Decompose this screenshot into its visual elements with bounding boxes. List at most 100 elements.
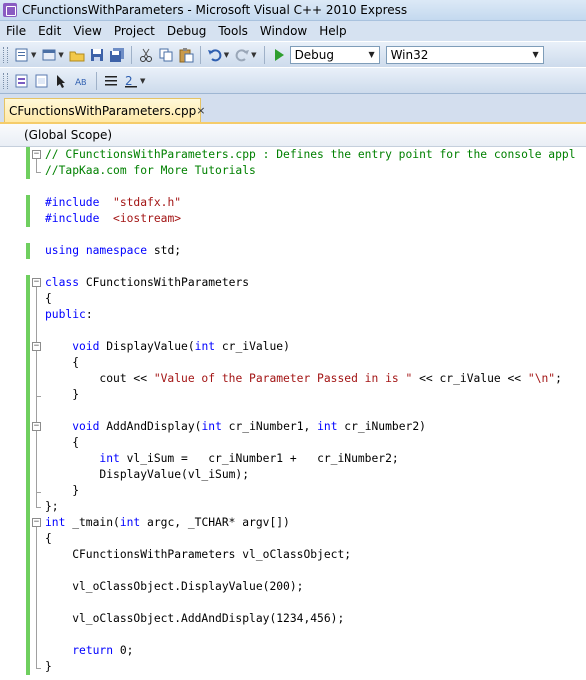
code-token: cr_iNumber1, [221, 420, 318, 433]
code-line[interactable]: return 0; [45, 643, 133, 659]
keyword-token: void [72, 340, 100, 353]
keyword-token: int [119, 516, 141, 529]
scope-value: (Global Scope) [24, 128, 113, 142]
menu-help[interactable]: Help [313, 21, 352, 41]
display-object-member-list-icon[interactable] [14, 73, 30, 89]
close-icon[interactable]: × [196, 104, 205, 117]
collapse-icon[interactable]: − [32, 150, 41, 159]
code-token: CFunctionsWithParameters vl_oClassObject… [45, 548, 352, 561]
chevron-down-icon[interactable]: ▼ [529, 47, 543, 63]
code-line[interactable]: } [45, 483, 79, 499]
solution-config-select[interactable]: Debug ▼ [289, 45, 380, 64]
code-line[interactable]: int _tmain(int argc, _TCHAR* argv[]) [45, 515, 290, 531]
vs-app-icon[interactable] [3, 3, 17, 17]
change-marker [26, 275, 30, 515]
code-line[interactable]: } [45, 387, 79, 403]
code-line[interactable]: }; [45, 499, 59, 515]
uncomment-icon[interactable]: 2 [123, 73, 139, 89]
menu-project[interactable]: Project [108, 21, 161, 41]
outline-end [36, 492, 41, 493]
code-line[interactable]: { [45, 531, 52, 547]
cut-icon[interactable] [138, 47, 154, 63]
start-debugging-icon[interactable] [274, 48, 284, 61]
code-token: { [45, 292, 52, 305]
code-line[interactable]: // CFunctionsWithParameters.cpp : Define… [45, 147, 576, 163]
redo-dropdown-icon[interactable]: ▼ [251, 51, 256, 59]
outline-end [36, 668, 41, 669]
undo-icon[interactable] [207, 47, 223, 63]
collapse-icon[interactable]: − [32, 422, 41, 431]
add-item-icon[interactable] [41, 47, 57, 63]
string-token: "stdafx.h" [113, 196, 182, 209]
code-line[interactable]: vl_oClassObject.DisplayValue(200); [45, 579, 303, 595]
code-line[interactable]: { [45, 291, 52, 307]
code-line[interactable]: int vl_iSum = cr_iNumber1 + cr_iNumber2; [45, 451, 398, 467]
comment-out-icon[interactable] [103, 73, 119, 89]
add-item-dropdown-icon[interactable]: ▼ [58, 51, 63, 59]
platform-select[interactable]: Win32 ▼ [385, 45, 544, 64]
code-line[interactable]: #include "stdafx.h" [45, 195, 181, 211]
code-line[interactable]: class CFunctionsWithParameters [45, 275, 249, 291]
undo-dropdown-icon[interactable]: ▼ [224, 51, 229, 59]
code-line[interactable]: void DisplayValue(int cr_iValue) [45, 339, 290, 355]
change-marker [26, 243, 30, 259]
open-folder-icon[interactable] [69, 47, 85, 63]
code-line[interactable]: using namespace std; [45, 243, 181, 259]
new-project-dropdown-icon[interactable]: ▼ [31, 51, 36, 59]
tab-label: CFunctionsWithParameters.cpp [9, 103, 197, 118]
parameter-info-icon[interactable] [34, 73, 50, 89]
menu-tools[interactable]: Tools [212, 21, 254, 41]
collapse-icon[interactable]: − [32, 342, 41, 351]
code-line[interactable]: } [45, 659, 52, 675]
quick-info-icon[interactable] [54, 73, 70, 89]
window-title: CFunctionsWithParameters - Microsoft Vis… [22, 3, 408, 17]
code-editor[interactable]: − − − − − // CFunctionsWithParameters.cp… [0, 147, 586, 680]
outline-end [36, 507, 41, 508]
menu-debug[interactable]: Debug [161, 21, 212, 41]
code-token: cout << [45, 372, 154, 385]
redo-icon[interactable] [234, 47, 250, 63]
code-line[interactable]: CFunctionsWithParameters vl_oClassObject… [45, 547, 351, 563]
change-marker [26, 147, 30, 179]
code-line[interactable]: vl_oClassObject.AddAndDisplay(1234,456); [45, 611, 344, 627]
code-line[interactable]: //TapKaa.com for More Tutorials [45, 163, 256, 179]
tab-cfunctionswithparameters-cpp[interactable]: CFunctionsWithParameters.cpp × [4, 98, 205, 122]
paste-icon[interactable] [178, 47, 194, 63]
code-line[interactable]: { [45, 355, 79, 371]
code-line[interactable]: public: [45, 307, 93, 323]
toolbar-grip[interactable] [3, 72, 8, 89]
collapse-icon[interactable]: − [32, 278, 41, 287]
code-line[interactable]: cout << "Value of the Parameter Passed i… [45, 371, 562, 387]
code-line[interactable]: #include <iostream> [45, 211, 181, 227]
change-marker [26, 515, 30, 675]
code-token: } [45, 484, 80, 497]
code-token: cr_iValue) [215, 340, 290, 353]
menu-window[interactable]: Window [254, 21, 313, 41]
save-icon[interactable] [89, 47, 105, 63]
complete-word-icon[interactable]: AB [74, 73, 90, 89]
menu-edit[interactable]: Edit [32, 21, 67, 41]
collapse-icon[interactable]: − [32, 518, 41, 527]
keyword-token: return [72, 644, 114, 657]
save-all-icon[interactable] [109, 47, 125, 63]
outline-line [36, 351, 37, 396]
toolbar-options-icon[interactable]: ▼ [140, 77, 145, 85]
copy-icon[interactable] [158, 47, 174, 63]
toolbar-grip[interactable] [3, 46, 8, 63]
menu-view[interactable]: View [67, 21, 107, 41]
code-line[interactable]: DisplayValue(vl_iSum); [45, 467, 249, 483]
code-line[interactable]: void AddAndDisplay(int cr_iNumber1, int … [45, 419, 426, 435]
new-project-icon[interactable] [14, 47, 30, 63]
code-token: { [45, 532, 52, 545]
menu-file[interactable]: File [0, 21, 32, 41]
scope-select[interactable]: (Global Scope) [24, 126, 112, 144]
code-line[interactable]: { [45, 435, 79, 451]
keyword-token: using [45, 244, 80, 257]
code-token: vl_oClassObject.AddAndDisplay(1234,456); [45, 612, 345, 625]
chevron-down-icon[interactable]: ▼ [365, 47, 379, 63]
